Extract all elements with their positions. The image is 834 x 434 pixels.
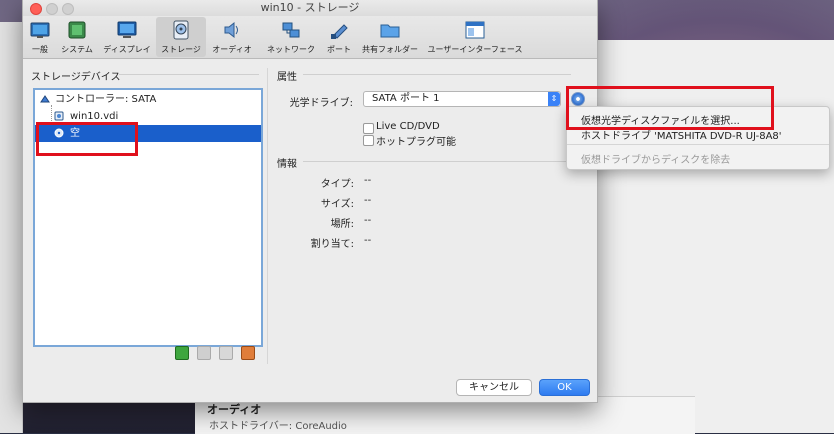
controller-icon <box>40 95 50 103</box>
tab-user-interface[interactable]: ユーザーインターフェース <box>427 17 523 57</box>
tree-item-controller-sata[interactable]: コントローラー: SATA <box>35 91 261 108</box>
ok-button[interactable]: OK <box>539 379 590 396</box>
info-location-value: -- <box>364 215 372 226</box>
cancel-button[interactable]: キャンセル <box>456 379 532 396</box>
menu-item-remove-disk[interactable]: 仮想ドライブからディスクを除去 <box>581 151 730 166</box>
tab-display[interactable]: ディスプレイ <box>101 17 153 57</box>
storage-settings-dialog: win10 - ストレージ 一般 システム ディスプレイ ストレージ オーディオ… <box>22 0 598 403</box>
window-title: win10 - ストレージ <box>260 1 360 14</box>
tab-storage[interactable]: ストレージ <box>156 17 206 57</box>
remove-controller-button[interactable] <box>241 346 255 360</box>
tab-audio[interactable]: オーディオ <box>209 17 255 57</box>
optical-drive-value: SATA ポート 1 <box>372 93 440 104</box>
highlight-box-tree <box>36 122 138 156</box>
optical-drive-select[interactable]: SATA ポート 1 ⇕ <box>363 91 561 107</box>
info-title: 情報 <box>277 159 297 170</box>
optical-drive-label: 光学ドライブ: <box>289 98 353 109</box>
hotplug-checkbox[interactable] <box>363 135 374 146</box>
hard-disk-icon <box>54 111 64 121</box>
minimize-button[interactable] <box>46 3 58 15</box>
close-button[interactable] <box>30 3 42 15</box>
info-size-label: サイズ: <box>320 199 354 210</box>
background-audio-label: オーディオ <box>207 403 262 416</box>
tab-ports[interactable]: ポート <box>323 17 355 57</box>
live-cd-label: Live CD/DVD <box>376 121 440 132</box>
remove-attachment-button[interactable] <box>219 346 233 360</box>
shared-folder-icon <box>380 24 400 38</box>
info-location-label: 場所: <box>330 219 354 230</box>
add-controller-button[interactable] <box>175 346 189 360</box>
tab-general[interactable]: 一般 <box>25 17 55 57</box>
info-type-value: -- <box>364 175 372 186</box>
tab-system[interactable]: システム <box>57 17 97 57</box>
hotplug-label: ホットプラグ可能 <box>376 137 456 148</box>
system-icon <box>68 21 86 39</box>
audio-icon <box>224 21 238 39</box>
live-cd-checkbox[interactable] <box>363 123 374 134</box>
tab-network[interactable]: ネットワーク <box>263 17 319 57</box>
chevron-updown-icon: ⇕ <box>548 92 560 106</box>
general-icon <box>30 22 50 38</box>
settings-toolbar: 一般 システム ディスプレイ ストレージ オーディオ ネットワーク ポート 共有… <box>23 16 597 59</box>
background-window-sidebar <box>0 22 23 433</box>
attributes-title: 属性 <box>277 72 297 83</box>
tab-shared-folders[interactable]: 共有フォルダー <box>361 17 419 57</box>
port-icon <box>331 24 348 39</box>
info-type-label: タイプ: <box>320 179 354 190</box>
storage-icon <box>173 20 189 40</box>
vertical-divider <box>267 68 268 364</box>
info-attached-label: 割り当て: <box>310 239 354 250</box>
info-attached-value: -- <box>364 235 372 246</box>
divider <box>303 74 571 75</box>
zoom-button[interactable] <box>62 3 74 15</box>
network-icon <box>282 22 300 38</box>
background-host-text: ホストドライバー: CoreAudio <box>209 421 347 432</box>
add-attachment-button[interactable] <box>197 346 211 360</box>
divider <box>119 74 259 75</box>
highlight-box-menu <box>566 86 774 130</box>
menu-separator <box>567 144 829 145</box>
divider <box>303 161 571 162</box>
info-size-value: -- <box>364 195 372 206</box>
storage-devices-title: ストレージデバイス <box>31 72 121 83</box>
user-interface-icon <box>465 21 485 39</box>
display-icon <box>117 21 137 38</box>
window-titlebar: win10 - ストレージ <box>23 0 597 16</box>
